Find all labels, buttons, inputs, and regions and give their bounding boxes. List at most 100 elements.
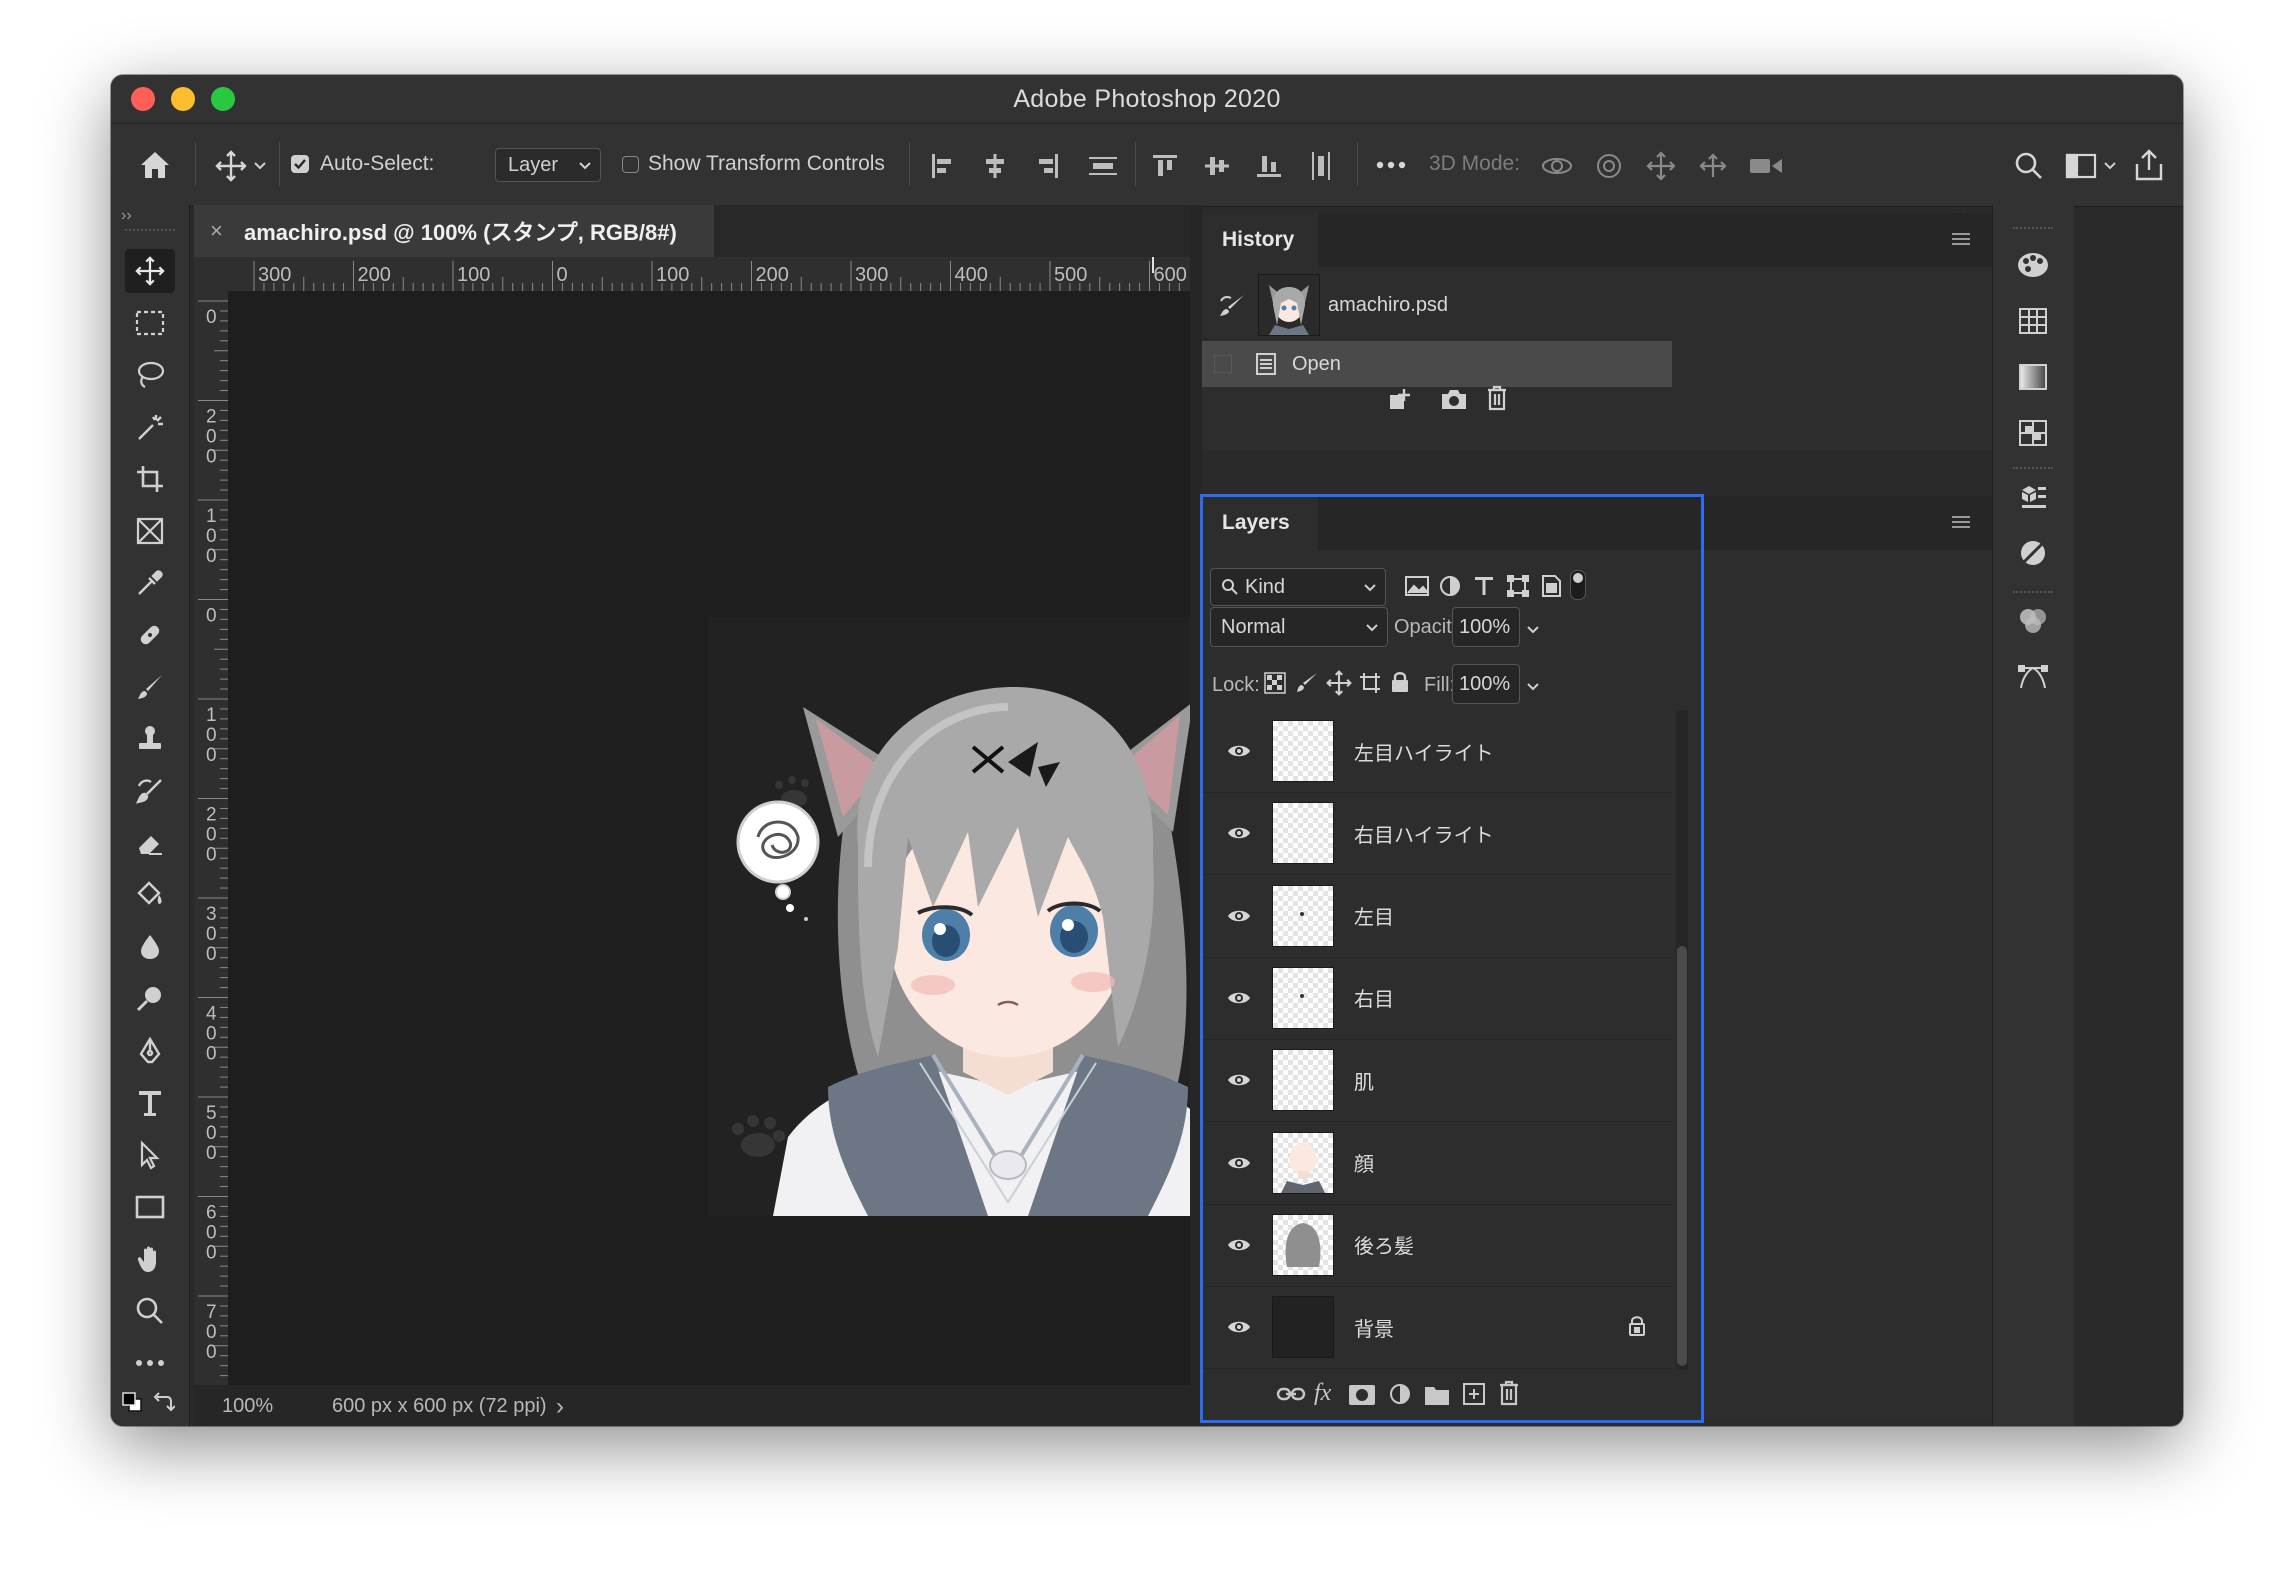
layers-tab[interactable]: Layers [1202, 496, 1318, 550]
chevron-down-icon[interactable] [2101, 154, 2119, 178]
paths-panel-icon[interactable] [2013, 657, 2053, 697]
eyedropper-icon[interactable] [125, 561, 175, 605]
opacity-chevron-down-icon[interactable] [1526, 622, 1540, 640]
layer-filter-kind-dropdown[interactable]: Kind [1210, 568, 1386, 606]
move-tool-icon[interactable] [125, 249, 175, 293]
path-selection-icon[interactable] [125, 1133, 175, 1177]
layer-row[interactable]: 後ろ髪 [1202, 1204, 1672, 1287]
clone-stamp-icon[interactable] [125, 717, 175, 761]
auto-select-target-dropdown[interactable]: Layer [495, 148, 601, 182]
visibility-eye-icon[interactable] [1214, 743, 1264, 759]
status-menu-arrow[interactable]: › [556, 1393, 564, 1421]
align-left-edges-icon[interactable] [925, 148, 961, 184]
history-state-checkbox[interactable] [1214, 355, 1232, 373]
lock-artboard-icon[interactable] [1358, 671, 1382, 700]
zoom-icon[interactable] [125, 1289, 175, 1333]
workspace-icon[interactable] [2061, 146, 2101, 186]
edit-toolbar-icon[interactable] [125, 1341, 175, 1385]
visibility-eye-icon[interactable] [1214, 1237, 1264, 1253]
blend-mode-dropdown[interactable]: Normal [1210, 607, 1388, 647]
align-vertical-centers-icon[interactable] [1199, 148, 1235, 184]
layer-row[interactable]: 顔 [1202, 1122, 1672, 1205]
filter-adjustment-layers-icon[interactable] [1438, 574, 1462, 603]
pen-icon[interactable] [125, 1029, 175, 1073]
new-document-from-state-icon[interactable] [1386, 387, 1412, 413]
rectangle-icon[interactable] [125, 1185, 175, 1229]
filter-pixel-layers-icon[interactable] [1404, 574, 1430, 603]
spot-healing-icon[interactable] [125, 613, 175, 657]
visibility-eye-icon[interactable] [1214, 1072, 1264, 1088]
frame-icon[interactable] [125, 509, 175, 553]
vertical-ruler[interactable]: 02001000100200300400500600700800 [194, 291, 229, 1385]
visibility-eye-icon[interactable] [1214, 908, 1264, 924]
visibility-eye-icon[interactable] [1214, 1319, 1264, 1335]
gradients-panel-icon[interactable] [2013, 357, 2053, 397]
horizontal-ruler[interactable]: 3002001000100200300400500600700800900 [194, 257, 1190, 292]
filter-shape-layers-icon[interactable] [1506, 574, 1530, 603]
lock-image-pixels-icon[interactable] [1296, 672, 1318, 699]
distribute-horizontal-icon[interactable] [1303, 148, 1339, 184]
properties-panel-icon[interactable] [2013, 477, 2053, 517]
align-bottom-edges-icon[interactable] [1251, 148, 1287, 184]
visibility-eye-icon[interactable] [1214, 990, 1264, 1006]
history-brush-source-icon[interactable] [1214, 292, 1250, 318]
add-layer-mask-icon[interactable] [1348, 1384, 1376, 1411]
rectangular-marquee-icon[interactable] [125, 301, 175, 345]
align-top-edges-icon[interactable] [1147, 148, 1183, 184]
auto-select-checkbox[interactable] [291, 155, 309, 173]
adjustments-panel-icon[interactable] [2013, 533, 2053, 573]
layer-row[interactable]: 右目ハイライト [1202, 792, 1672, 876]
layer-effects-icon[interactable]: fx [1314, 1380, 1331, 1407]
chevron-down-icon[interactable] [251, 154, 269, 178]
home-icon[interactable] [133, 144, 177, 186]
new-group-icon[interactable] [1424, 1384, 1450, 1411]
align-horizontal-centers-icon[interactable] [977, 148, 1013, 184]
lock-position-icon[interactable] [1326, 670, 1352, 701]
filter-toggle-switch[interactable] [1570, 570, 1586, 600]
dodge-icon[interactable] [125, 977, 175, 1021]
magic-wand-icon[interactable] [125, 405, 175, 449]
layer-row[interactable]: 背景 [1202, 1286, 1672, 1370]
eraser-icon[interactable] [125, 821, 175, 865]
layer-row[interactable]: 左目 [1202, 875, 1672, 958]
history-snapshot[interactable]: amachiro.psd [1202, 271, 1672, 340]
distribute-vertical-icon[interactable] [1083, 148, 1123, 184]
filter-type-layers-icon[interactable] [1472, 574, 1496, 603]
align-right-edges-icon[interactable] [1029, 148, 1065, 184]
3d-camera-icon[interactable] [1745, 148, 1789, 184]
history-panel-menu-icon[interactable] [1952, 233, 1970, 247]
layer-row[interactable]: 左目ハイライト [1202, 710, 1672, 793]
layers-scrollbar[interactable] [1676, 710, 1688, 1370]
hand-icon[interactable] [125, 1237, 175, 1281]
opacity-input[interactable]: 100% [1452, 607, 1520, 647]
fill-chevron-down-icon[interactable] [1526, 679, 1540, 697]
3d-pan-icon[interactable] [1641, 148, 1681, 184]
lock-all-icon[interactable] [1390, 670, 1410, 699]
show-transform-checkbox[interactable] [622, 156, 639, 173]
new-layer-icon[interactable] [1462, 1382, 1486, 1411]
3d-slide-icon[interactable] [1693, 148, 1733, 184]
move-tool-preset-icon[interactable] [211, 146, 251, 186]
color-panel-icon[interactable] [2013, 245, 2053, 285]
swap-colors-icon[interactable] [153, 1391, 176, 1413]
layer-row[interactable]: 右目 [1202, 957, 1672, 1040]
swatches-panel-icon[interactable] [2013, 301, 2053, 341]
3d-orbit-icon[interactable] [1537, 148, 1577, 184]
type-icon[interactable] [125, 1081, 175, 1125]
default-colors-icon[interactable] [121, 1391, 143, 1413]
visibility-eye-icon[interactable] [1214, 825, 1264, 841]
crop-icon[interactable] [125, 457, 175, 501]
more-options-icon[interactable] [1371, 150, 1411, 180]
share-icon[interactable] [2129, 144, 2169, 186]
expand-panel-icon[interactable]: ›› [121, 207, 132, 225]
paint-bucket-icon[interactable] [125, 873, 175, 917]
link-layers-icon[interactable] [1276, 1384, 1306, 1409]
delete-layer-icon[interactable] [1498, 1380, 1520, 1411]
lock-transparent-pixels-icon[interactable] [1264, 672, 1286, 699]
channels-panel-icon[interactable] [2013, 601, 2053, 641]
layer-row[interactable]: 肌 [1202, 1039, 1672, 1123]
fill-input[interactable]: 100% [1452, 664, 1520, 704]
document-tab[interactable]: × amachiro.psd @ 100% (スタンプ, RGB/8#) [194, 205, 714, 257]
brush-icon[interactable] [125, 665, 175, 709]
search-icon[interactable] [2009, 146, 2049, 186]
